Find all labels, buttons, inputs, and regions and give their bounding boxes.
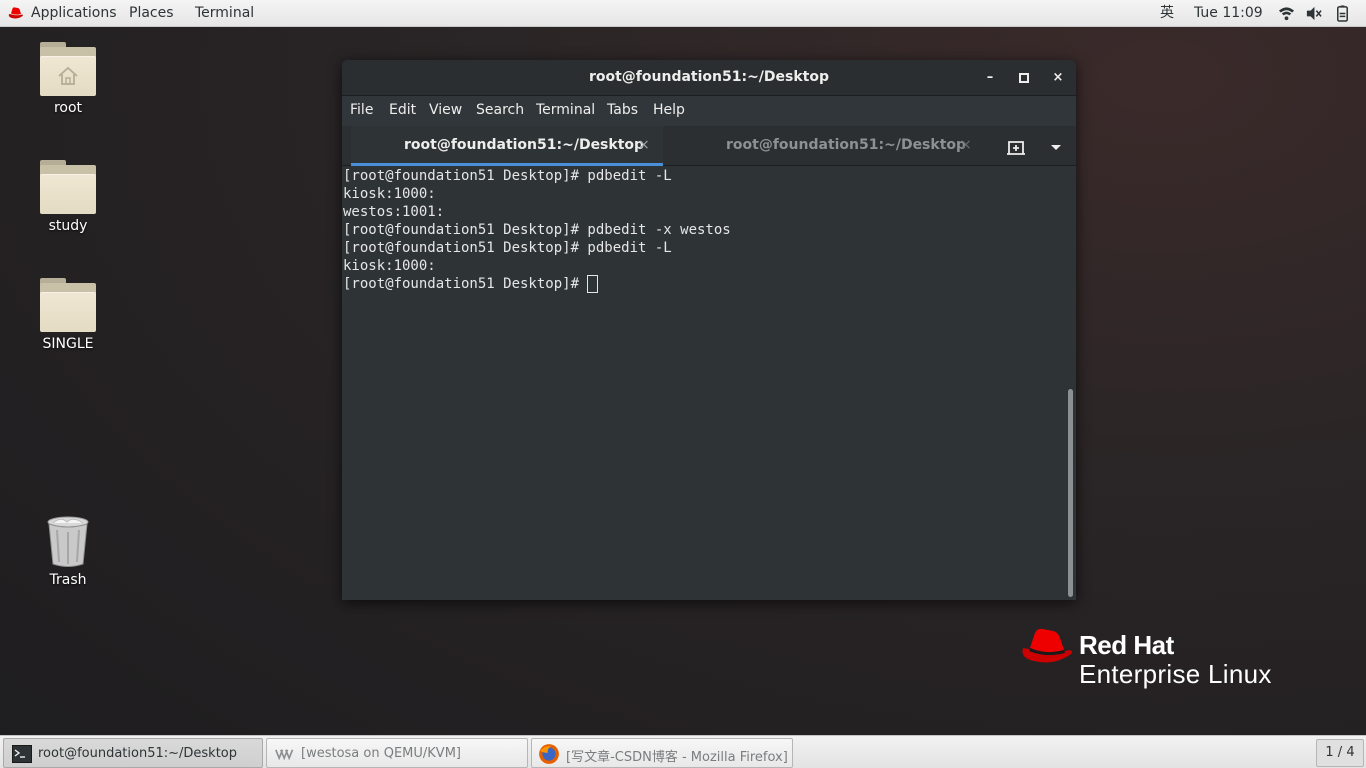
desktop-icon-study[interactable]: study <box>23 160 113 234</box>
redhat-branding: Red Hat Enterprise Linux <box>1020 626 1300 696</box>
desktop-icon-single[interactable]: SINGLE <box>23 278 113 352</box>
terminal-line: westos:1001: <box>343 204 445 220</box>
desktop-icon-label: Trash <box>49 572 87 588</box>
top-bar: Applications Places Terminal 英 Tue 11:09 <box>0 0 1366 27</box>
new-tab-icon[interactable] <box>1006 138 1026 156</box>
tab-terminal-2[interactable]: root@foundation51:~/Desktop × <box>672 126 978 166</box>
firefox-icon <box>539 744 559 764</box>
maximize-icon <box>1019 73 1029 83</box>
terminal-window[interactable]: root@foundation51:~/Desktop – × File Edi… <box>342 60 1076 600</box>
brand-line-1: Red Hat <box>1079 630 1174 660</box>
tab-close-button[interactable]: × <box>960 137 972 153</box>
terminal-line: kiosk:1000: <box>343 186 436 202</box>
home-folder-icon <box>40 42 96 96</box>
menu-edit[interactable]: Edit <box>389 102 416 118</box>
terminal-line: [root@foundation51 Desktop]# pdbedit -L <box>343 240 672 256</box>
terminal-line: [root@foundation51 Desktop]# pdbedit -x … <box>343 222 731 238</box>
task-label: root@foundation51:~/Desktop <box>38 746 237 761</box>
input-method-indicator[interactable]: 英 <box>1160 4 1174 22</box>
terminal-icon <box>12 745 32 763</box>
terminal-prompt-line: [root@foundation51 Desktop]# <box>343 275 731 293</box>
chevron-down-icon[interactable] <box>1046 138 1066 156</box>
redhat-logo-icon[interactable] <box>7 6 24 20</box>
menu-view[interactable]: View <box>429 102 462 118</box>
terminal-line: [root@foundation51 Desktop]# pdbedit -L <box>343 168 672 184</box>
maximize-button[interactable] <box>1014 68 1034 88</box>
trash-icon <box>47 516 89 567</box>
brand-line-2: Enterprise Linux <box>1079 659 1272 689</box>
menu-terminal[interactable]: Terminal <box>536 102 595 118</box>
tab-close-button[interactable]: × <box>638 137 650 153</box>
folder-icon <box>40 160 96 214</box>
terminal-output[interactable]: [root@foundation51 Desktop]# pdbedit -L … <box>342 167 1076 600</box>
desktop-icon-label: root <box>53 100 83 116</box>
tab-label: root@foundation51:~/Desktop <box>726 137 967 153</box>
folder-icon <box>40 278 96 332</box>
wifi-icon[interactable] <box>1278 5 1295 22</box>
desktop-icon-label: SINGLE <box>42 336 94 352</box>
volume-muted-icon[interactable] <box>1305 5 1322 22</box>
desktop-icon-label: study <box>48 218 88 234</box>
battery-icon[interactable] <box>1334 5 1351 22</box>
task-virt-manager[interactable]: [westosa on QEMU/KVM] <box>266 738 528 768</box>
task-label: [写文章-CSDN博客 - Mozilla Firefox] <box>566 750 788 765</box>
workspace-switcher[interactable]: 1 / 4 <box>1316 739 1364 767</box>
desktop-icon-trash[interactable]: Trash <box>23 514 113 588</box>
task-firefox[interactable]: [写文章-CSDN博客 - Mozilla Firefox] <box>531 738 793 768</box>
text-cursor <box>587 275 599 293</box>
menu-help[interactable]: Help <box>653 102 685 118</box>
terminal-prompt: [root@foundation51 Desktop]# <box>343 276 588 292</box>
taskbar: root@foundation51:~/Desktop [westosa on … <box>0 735 1366 768</box>
terminal-app-menu[interactable]: Terminal <box>195 4 254 22</box>
menu-bar: File Edit View Search Terminal Tabs Help <box>342 96 1076 126</box>
task-terminal[interactable]: root@foundation51:~/Desktop <box>3 738 263 768</box>
task-label: [westosa on QEMU/KVM] <box>301 746 461 761</box>
tab-terminal-1[interactable]: root@foundation51:~/Desktop × <box>351 126 663 166</box>
redhat-logo-icon <box>1022 628 1073 663</box>
applications-menu[interactable]: Applications <box>31 4 117 22</box>
menu-search[interactable]: Search <box>476 102 524 118</box>
desktop-icon-root[interactable]: root <box>23 42 113 116</box>
tab-label: root@foundation51:~/Desktop <box>404 137 645 153</box>
virt-manager-icon <box>275 749 294 761</box>
scrollbar[interactable] <box>1066 167 1074 600</box>
clock[interactable]: Tue 11:09 <box>1194 4 1263 22</box>
scrollbar-thumb[interactable] <box>1068 389 1073 597</box>
close-button[interactable]: × <box>1048 68 1068 88</box>
places-menu[interactable]: Places <box>129 4 174 22</box>
menu-tabs[interactable]: Tabs <box>607 102 638 118</box>
window-title: root@foundation51:~/Desktop <box>588 69 830 85</box>
menu-file[interactable]: File <box>350 102 373 118</box>
window-titlebar[interactable]: root@foundation51:~/Desktop – × <box>342 60 1076 96</box>
minimize-button[interactable]: – <box>980 68 1000 88</box>
tab-bar: root@foundation51:~/Desktop × root@found… <box>342 126 1076 166</box>
terminal-line: kiosk:1000: <box>343 258 436 274</box>
